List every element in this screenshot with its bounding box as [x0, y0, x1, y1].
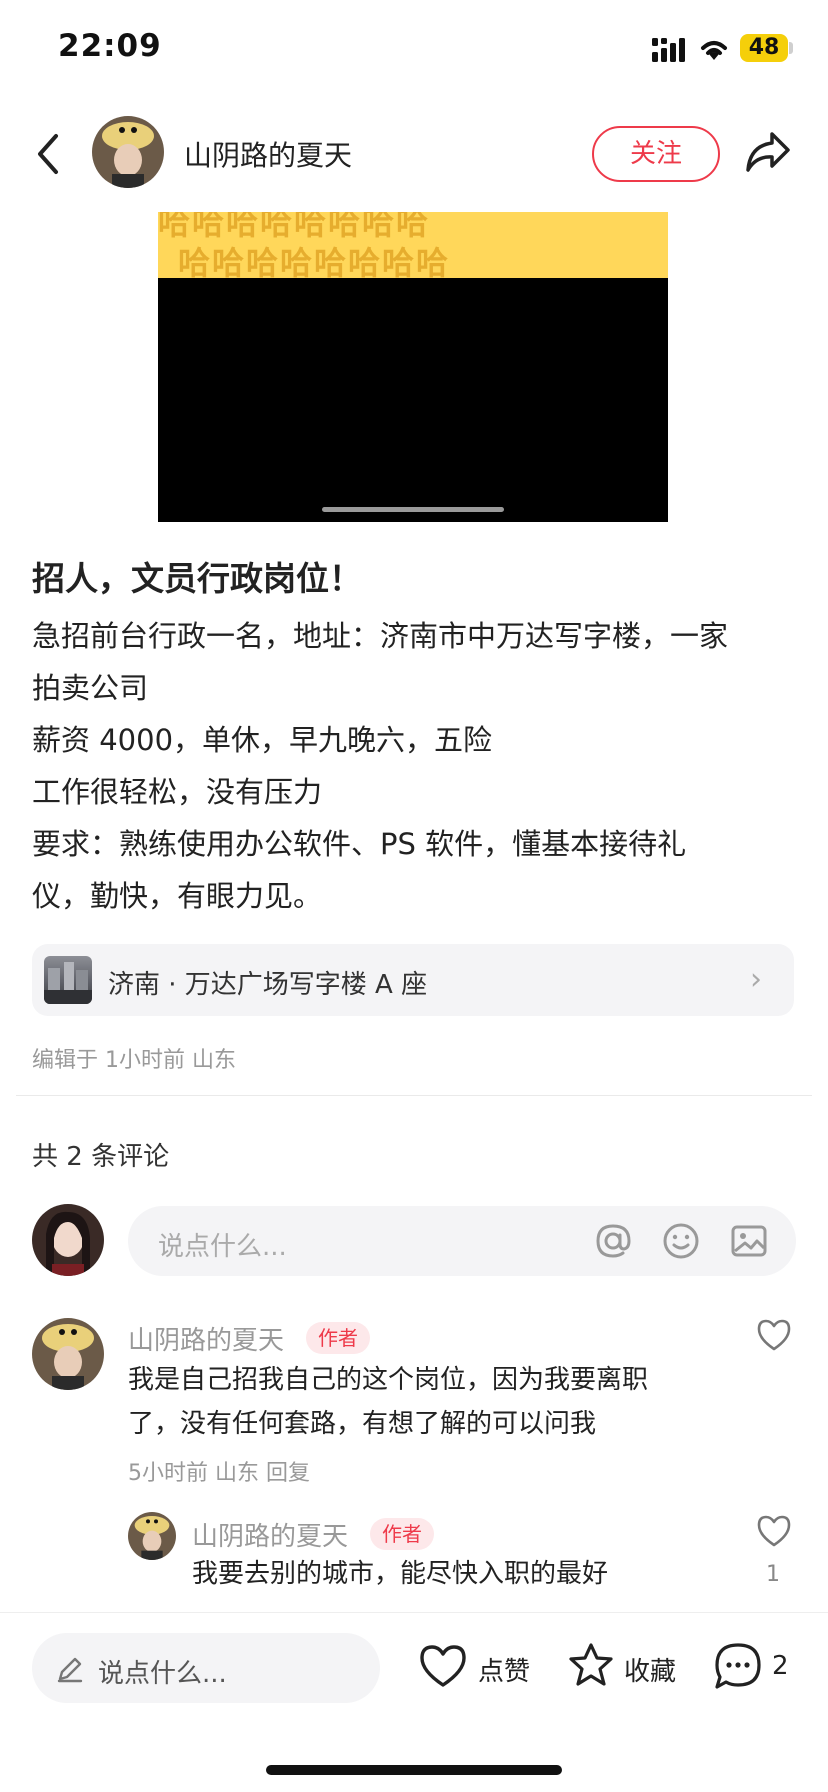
comment-meta[interactable]: 5小时前 山东 回复 — [128, 1455, 310, 1487]
comment-input-placeholder: 说点什么... — [158, 1232, 287, 1262]
post-line: 急招前台行政一名，地址：济南市中万达写字楼，一家 — [32, 619, 729, 653]
follow-button[interactable]: 关注 — [592, 126, 720, 182]
post-line: 仪，勤快，有眼力见。 — [32, 879, 323, 913]
home-indicator[interactable] — [266, 1765, 562, 1775]
status-time: 22:09 — [58, 28, 162, 64]
my-avatar[interactable] — [32, 1204, 104, 1276]
post-line: 薪资 4000，单休，早九晚六，五险 — [32, 723, 493, 757]
heart-icon[interactable] — [756, 1318, 792, 1352]
commenter-avatar[interactable] — [32, 1318, 104, 1390]
divider — [16, 1095, 812, 1096]
reply-text: 我要去别的城市，能尽快入职的最好 — [192, 1552, 608, 1596]
location-name: 济南 · 万达广场写字楼 A 座 — [108, 970, 428, 1000]
emoji-icon[interactable] — [662, 1222, 700, 1260]
comment-text-line: 我要去别的城市，能尽快入职的最好 — [192, 1559, 609, 1589]
heart-icon[interactable] — [418, 1643, 468, 1689]
location-card[interactable]: 济南 · 万达广场写字楼 A 座 › — [32, 944, 794, 1016]
video-banner: 哈哈哈哈哈哈哈哈 哈哈哈哈哈哈哈哈 — [158, 212, 668, 278]
like-label[interactable]: 点赞 — [478, 1651, 530, 1688]
post-title: 招人，文员行政岗位！ — [32, 559, 362, 598]
at-icon[interactable] — [594, 1222, 632, 1260]
video-player[interactable]: 哈哈哈哈哈哈哈哈 哈哈哈哈哈哈哈哈 — [158, 212, 668, 522]
comment-input[interactable]: 说点什么... — [128, 1206, 796, 1276]
comment-author[interactable]: 山阴路的夏天 — [128, 1320, 284, 1357]
reply-author[interactable]: 山阴路的夏天 — [192, 1516, 348, 1553]
collect-label[interactable]: 收藏 — [624, 1651, 676, 1688]
edit-meta: 编辑于 1小时前 山东 — [32, 1048, 236, 1073]
bottom-input-placeholder: 说点什么... — [98, 1659, 227, 1689]
author-avatar[interactable] — [92, 116, 164, 188]
reply-avatar[interactable] — [128, 1512, 176, 1560]
comment-text: 我是自己招我自己的这个岗位，因为我要离职 了，没有任何套路，有想了解的可以问我 — [128, 1358, 648, 1446]
author-name[interactable]: 山阴路的夏天 — [184, 134, 352, 174]
comment-count[interactable]: 2 — [772, 1651, 789, 1681]
post-line: 拍卖公司 — [32, 671, 149, 705]
pencil-icon — [57, 1657, 83, 1683]
post-line: 要求：熟练使用办公软件、PS 软件，懂基本接待礼 — [32, 827, 687, 861]
author-badge: 作者 — [306, 1322, 370, 1354]
bottom-action-bar: 说点什么... 点赞 收藏 2 — [0, 1612, 828, 1792]
share-icon[interactable] — [744, 130, 792, 174]
location-thumbnail — [44, 956, 92, 1004]
signal-icon — [652, 38, 685, 62]
back-icon[interactable] — [34, 132, 62, 176]
post-line: 工作很轻松，没有压力 — [32, 775, 323, 809]
author-badge: 作者 — [370, 1518, 434, 1550]
comment-text-line: 我是自己招我自己的这个岗位，因为我要离职 — [128, 1365, 649, 1395]
comment-text-line: 了，没有任何套路，有想了解的可以问我 — [128, 1409, 597, 1439]
bottom-comment-input[interactable]: 说点什么... — [32, 1633, 380, 1703]
video-progress-handle[interactable] — [322, 507, 504, 512]
post-body: 急招前台行政一名，地址：济南市中万达写字楼，一家 拍卖公司 薪资 4000，单休… — [32, 610, 802, 922]
wifi-icon — [701, 41, 727, 60]
chevron-right-icon: › — [750, 962, 762, 997]
comments-count: 共 2 条评论 — [32, 1142, 170, 1172]
heart-icon[interactable] — [756, 1514, 792, 1548]
comment-icon[interactable] — [712, 1641, 764, 1691]
star-icon[interactable] — [566, 1641, 616, 1689]
battery-cap — [789, 42, 793, 54]
like-count: 1 — [766, 1562, 780, 1587]
battery-indicator: 48 — [740, 34, 788, 62]
image-icon[interactable] — [730, 1222, 768, 1260]
video-banner-row-2: 哈哈哈哈哈哈哈哈 — [178, 244, 451, 278]
